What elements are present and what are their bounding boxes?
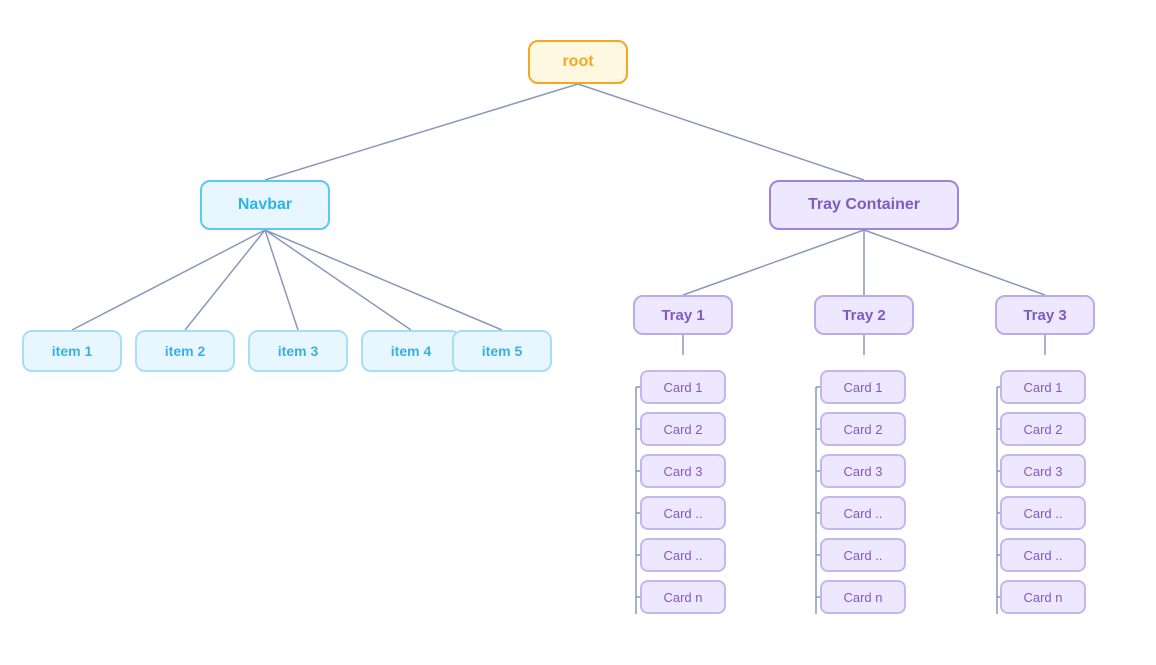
tray2-card-4[interactable]: Card .. bbox=[820, 496, 906, 530]
root-label: root bbox=[562, 53, 593, 71]
navbar-item-5[interactable]: item 5 bbox=[452, 330, 552, 372]
tray2-card-2[interactable]: Card 2 bbox=[820, 412, 906, 446]
tray3-card-3[interactable]: Card 3 bbox=[1000, 454, 1086, 488]
tray-3-label: Tray 3 bbox=[1023, 307, 1066, 324]
tray-container-label: Tray Container bbox=[808, 196, 920, 214]
tray3-card-2[interactable]: Card 2 bbox=[1000, 412, 1086, 446]
tray-2-label: Tray 2 bbox=[842, 307, 885, 324]
tray-2-node[interactable]: Tray 2 bbox=[814, 295, 914, 335]
tray3-card-6[interactable]: Card n bbox=[1000, 580, 1086, 614]
tray2-card-6[interactable]: Card n bbox=[820, 580, 906, 614]
tray3-card-1[interactable]: Card 1 bbox=[1000, 370, 1086, 404]
navbar-item-3[interactable]: item 3 bbox=[248, 330, 348, 372]
item-1-label: item 1 bbox=[52, 343, 92, 359]
tray2-card-5[interactable]: Card .. bbox=[820, 538, 906, 572]
tray-3-node[interactable]: Tray 3 bbox=[995, 295, 1095, 335]
tray-1-label: Tray 1 bbox=[661, 307, 704, 324]
item-3-label: item 3 bbox=[278, 343, 318, 359]
tray1-card-5[interactable]: Card .. bbox=[640, 538, 726, 572]
navbar-item-2[interactable]: item 2 bbox=[135, 330, 235, 372]
tray-1-node[interactable]: Tray 1 bbox=[633, 295, 733, 335]
tray1-card-2[interactable]: Card 2 bbox=[640, 412, 726, 446]
item-4-label: item 4 bbox=[391, 343, 431, 359]
navbar-node[interactable]: Navbar bbox=[200, 180, 330, 230]
tray3-card-5[interactable]: Card .. bbox=[1000, 538, 1086, 572]
tray2-card-1[interactable]: Card 1 bbox=[820, 370, 906, 404]
navbar-item-4[interactable]: item 4 bbox=[361, 330, 461, 372]
tray1-card-3[interactable]: Card 3 bbox=[640, 454, 726, 488]
navbar-item-1[interactable]: item 1 bbox=[22, 330, 122, 372]
tray1-card-6[interactable]: Card n bbox=[640, 580, 726, 614]
tray2-card-3[interactable]: Card 3 bbox=[820, 454, 906, 488]
tray-container-node[interactable]: Tray Container bbox=[769, 180, 959, 230]
item-5-label: item 5 bbox=[482, 343, 522, 359]
tray1-card-4[interactable]: Card .. bbox=[640, 496, 726, 530]
tray3-card-4[interactable]: Card .. bbox=[1000, 496, 1086, 530]
navbar-label: Navbar bbox=[238, 196, 292, 214]
item-2-label: item 2 bbox=[165, 343, 205, 359]
root-node[interactable]: root bbox=[528, 40, 628, 84]
tray1-card-1[interactable]: Card 1 bbox=[640, 370, 726, 404]
